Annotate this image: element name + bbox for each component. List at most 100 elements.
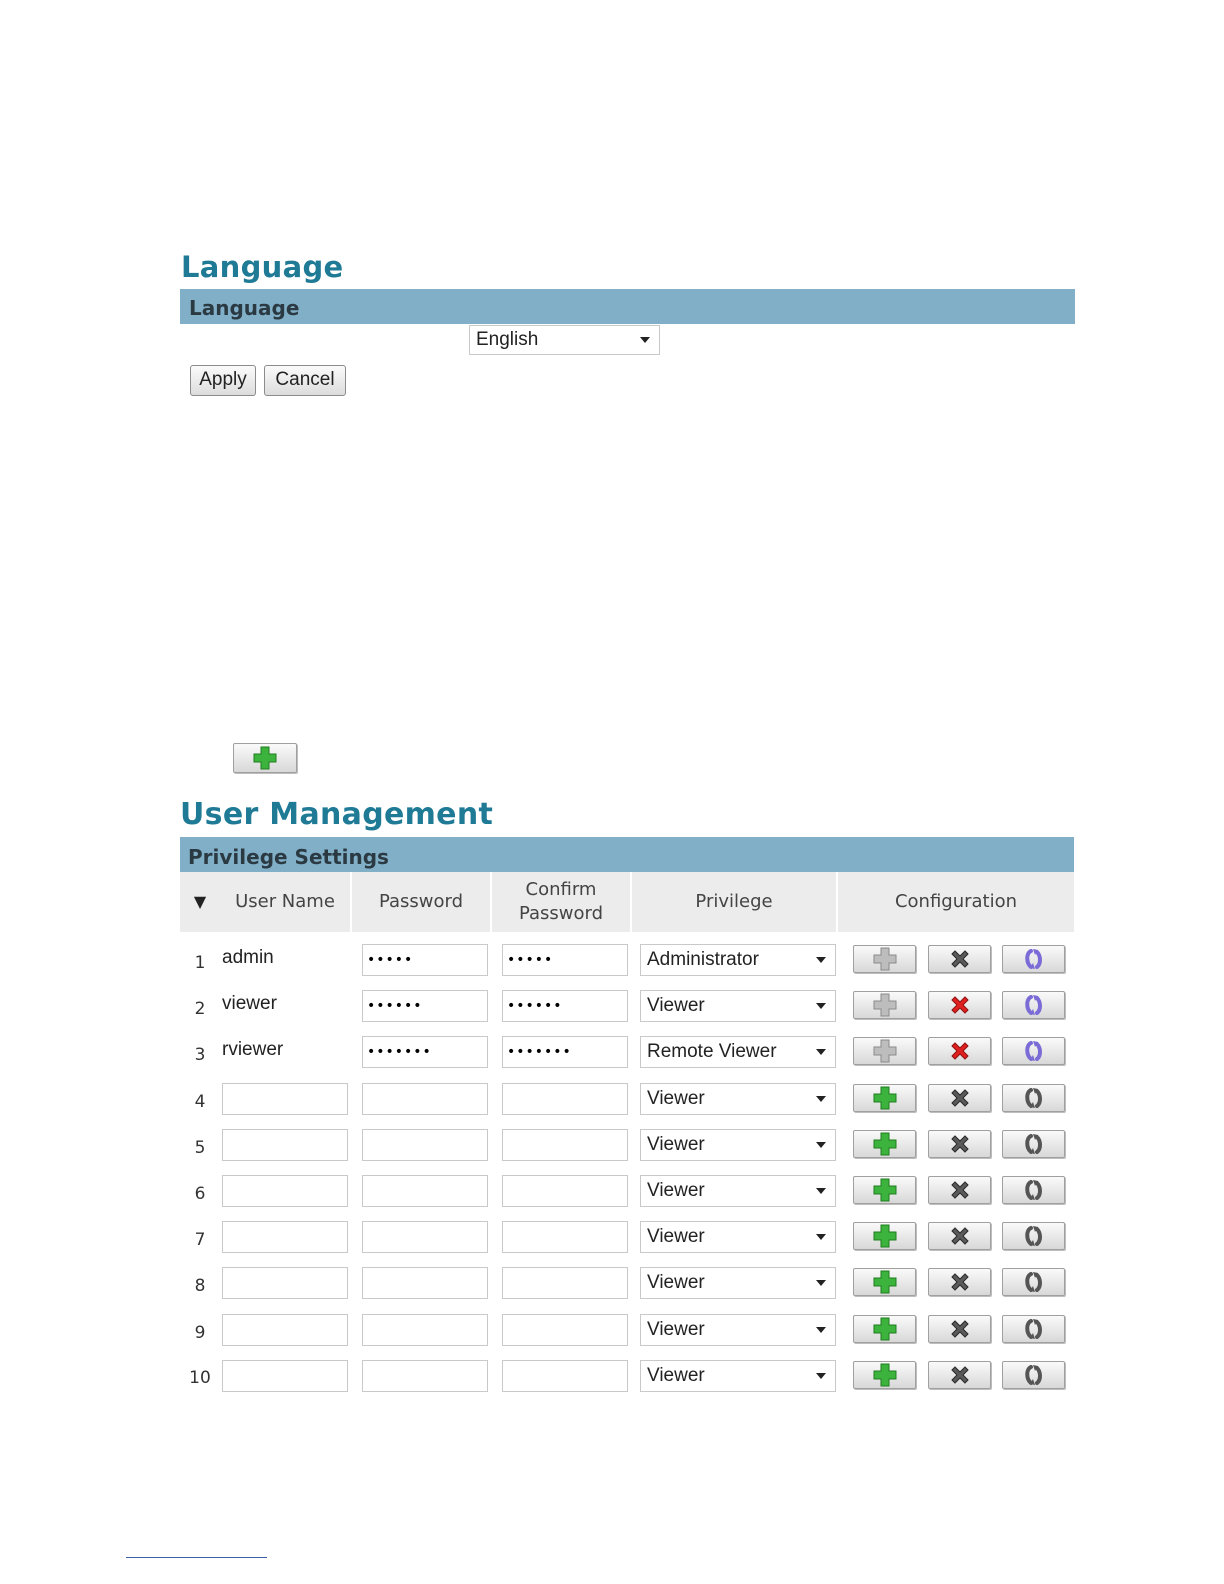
plus-icon (253, 746, 277, 770)
cancel-button[interactable]: Cancel (264, 365, 346, 396)
delete-user-button[interactable] (928, 1222, 991, 1251)
add-user-button[interactable] (853, 1314, 916, 1343)
user-name-input[interactable] (222, 1082, 348, 1115)
user-name-input[interactable] (222, 1267, 348, 1300)
add-user-button[interactable] (853, 1176, 916, 1204)
modify-user-button[interactable] (1002, 1268, 1065, 1297)
row-number: 2 (194, 999, 206, 1020)
delete-user-button[interactable] (928, 1314, 991, 1343)
password-input[interactable]: ••••••• (362, 1036, 488, 1069)
privilege-select-value: Viewer (647, 1180, 705, 1201)
privilege-header: Privilege (695, 891, 773, 912)
language-heading: Language (181, 250, 344, 284)
privilege-select[interactable]: Viewer (640, 1313, 836, 1346)
table-row: 10 Viewer (180, 1359, 1074, 1406)
modify-user-button[interactable] (1002, 945, 1065, 973)
chevron-down-icon (816, 1326, 826, 1333)
password-input[interactable]: •••••• (362, 990, 488, 1023)
privilege-select[interactable]: Viewer (640, 990, 836, 1023)
refresh-icon (1024, 1272, 1042, 1293)
modify-user-button[interactable] (1002, 1037, 1065, 1066)
password-input[interactable] (362, 1175, 488, 1207)
privilege-select[interactable]: Viewer (640, 1175, 836, 1207)
plus-icon (873, 947, 896, 971)
add-button[interactable] (233, 743, 297, 773)
add-user-button[interactable] (853, 1222, 916, 1251)
delete-user-button[interactable] (928, 1268, 991, 1297)
user-name-header: User Name (235, 891, 335, 912)
delete-user-button[interactable] (928, 1037, 991, 1066)
modify-user-button[interactable] (1002, 1083, 1065, 1112)
confirm-password-input[interactable] (502, 1175, 628, 1207)
confirm-password-input[interactable]: ••••••• (502, 1036, 628, 1069)
add-user-button[interactable] (853, 1083, 916, 1112)
add-user-button[interactable] (853, 1037, 916, 1066)
add-user-button[interactable] (853, 1268, 916, 1297)
password-input[interactable] (362, 1267, 488, 1300)
delete-user-button[interactable] (928, 991, 991, 1020)
user-name-input[interactable] (222, 1221, 348, 1254)
add-user-button[interactable] (853, 1129, 916, 1158)
delete-user-button[interactable] (928, 1176, 991, 1204)
password-value: •••••• (367, 998, 423, 1015)
table-row: 6 Viewer (180, 1175, 1074, 1221)
privilege-select[interactable]: Administrator (640, 944, 836, 976)
sort-column-header[interactable]: ▼ (180, 872, 220, 932)
apply-button[interactable]: Apply (190, 365, 256, 396)
modify-user-button[interactable] (1002, 1360, 1065, 1389)
privilege-select[interactable]: Viewer (640, 1128, 836, 1161)
password-value: ••••• (367, 952, 414, 968)
password-input[interactable] (362, 1221, 488, 1254)
confirm-password-input[interactable]: •••••• (502, 990, 628, 1023)
privilege-select[interactable]: Viewer (640, 1359, 836, 1392)
confirm-password-input[interactable] (502, 1221, 628, 1254)
modify-user-button[interactable] (1002, 1314, 1065, 1343)
close-icon (950, 996, 969, 1014)
user-name-input[interactable] (222, 1175, 348, 1207)
confirm-password-input[interactable] (502, 1128, 628, 1161)
close-icon (950, 1042, 969, 1061)
language-select[interactable]: English (469, 325, 660, 355)
modify-user-button[interactable] (1002, 991, 1065, 1020)
modify-user-button[interactable] (1002, 1222, 1065, 1251)
password-input[interactable] (362, 1313, 488, 1346)
add-user-button[interactable] (853, 991, 916, 1020)
privilege-select[interactable]: Viewer (640, 1267, 836, 1300)
user-name-input[interactable] (222, 1128, 348, 1161)
privilege-select-value: Viewer (647, 1364, 705, 1386)
privilege-select[interactable]: Viewer (640, 1082, 836, 1115)
add-user-button[interactable] (853, 1360, 916, 1389)
password-input[interactable] (362, 1082, 488, 1115)
confirm-password-input[interactable] (502, 1082, 628, 1115)
confirm-password-input[interactable]: ••••• (502, 944, 628, 976)
plus-icon (873, 1178, 896, 1202)
confirm-password-value: •••••• (507, 998, 563, 1015)
row-number: 8 (194, 1276, 206, 1297)
password-input[interactable]: ••••• (362, 944, 488, 976)
confirm-password-input[interactable] (502, 1359, 628, 1392)
delete-user-button[interactable] (928, 945, 991, 973)
modify-user-button[interactable] (1002, 1129, 1065, 1158)
delete-user-button[interactable] (928, 1083, 991, 1112)
privilege-select[interactable]: Viewer (640, 1221, 836, 1254)
privilege-select[interactable]: Remote Viewer (640, 1036, 836, 1069)
delete-user-button[interactable] (928, 1129, 991, 1158)
password-input[interactable] (362, 1128, 488, 1161)
modify-user-button[interactable] (1002, 1176, 1065, 1204)
add-user-button[interactable] (853, 945, 916, 973)
user-name-input[interactable] (222, 1359, 348, 1392)
confirm-password-input[interactable] (502, 1267, 628, 1300)
close-icon (950, 1088, 969, 1107)
privilege-select-value: Administrator (647, 949, 759, 970)
refresh-icon (1024, 995, 1042, 1016)
plus-icon (873, 1270, 896, 1294)
password-input[interactable] (362, 1359, 488, 1392)
table-row: 8 Viewer (180, 1267, 1074, 1313)
confirm-password-input[interactable] (502, 1313, 628, 1346)
chevron-down-icon (816, 1141, 826, 1148)
user-name-value: admin (222, 947, 274, 968)
user-name-input[interactable] (222, 1313, 348, 1346)
refresh-icon (1024, 1087, 1042, 1108)
chevron-down-icon (816, 1372, 826, 1379)
delete-user-button[interactable] (928, 1360, 991, 1389)
